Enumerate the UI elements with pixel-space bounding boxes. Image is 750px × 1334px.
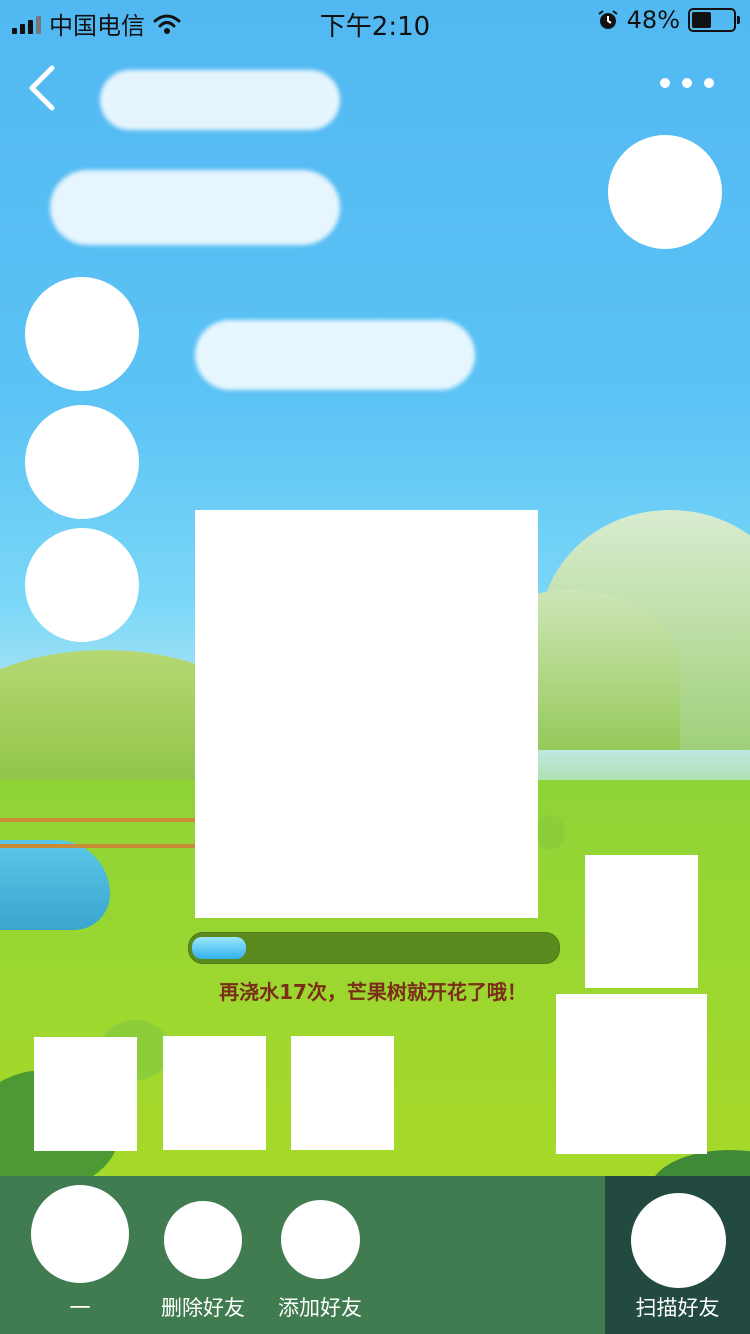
- chevron-left-icon: [29, 65, 55, 111]
- game-screen: 中国电信 下午2:10 48% 再浇水17次，芒果树就开花了哦！ 一 删除好友 …: [0, 0, 750, 1334]
- cloud: [100, 70, 340, 130]
- top-right-round-button[interactable]: [608, 135, 722, 249]
- right-item-upper[interactable]: [585, 855, 698, 988]
- back-button[interactable]: [22, 62, 72, 118]
- add-friend-label: 添加好友: [278, 1296, 362, 1320]
- scan-friend-button[interactable]: [631, 1193, 726, 1288]
- more-button[interactable]: [660, 78, 714, 88]
- growth-progress-bar: [188, 932, 560, 964]
- right-item-lower[interactable]: [556, 994, 707, 1154]
- ground-item-1[interactable]: [34, 1037, 137, 1151]
- battery-percent: 48%: [626, 6, 680, 34]
- scan-friend-label: 扫描好友: [635, 1296, 720, 1320]
- more-dots-icon: [660, 78, 670, 88]
- add-friend-button[interactable]: [281, 1200, 360, 1279]
- side-round-button-3[interactable]: [25, 528, 139, 642]
- status-bar: 中国电信 下午2:10 48%: [0, 0, 750, 42]
- cloud: [50, 170, 340, 245]
- friend-label: 一: [69, 1296, 91, 1320]
- ground-item-3[interactable]: [291, 1036, 394, 1150]
- alarm-icon: [598, 10, 618, 29]
- side-round-button-2[interactable]: [25, 405, 139, 519]
- mango-tree[interactable]: [195, 510, 538, 918]
- cloud: [195, 320, 475, 390]
- ground-item-2[interactable]: [163, 1036, 266, 1150]
- growth-message: 再浇水17次，芒果树就开花了哦！: [219, 980, 527, 1004]
- delete-friend-label: 删除好友: [161, 1296, 245, 1320]
- side-round-button-1[interactable]: [25, 277, 139, 391]
- bush: [535, 815, 565, 850]
- friend-avatar-button[interactable]: [31, 1185, 129, 1283]
- battery-level: [692, 12, 711, 28]
- growth-progress-fill: [192, 937, 246, 959]
- delete-friend-button[interactable]: [164, 1201, 242, 1279]
- fence: [0, 818, 200, 848]
- battery-icon: [688, 8, 740, 32]
